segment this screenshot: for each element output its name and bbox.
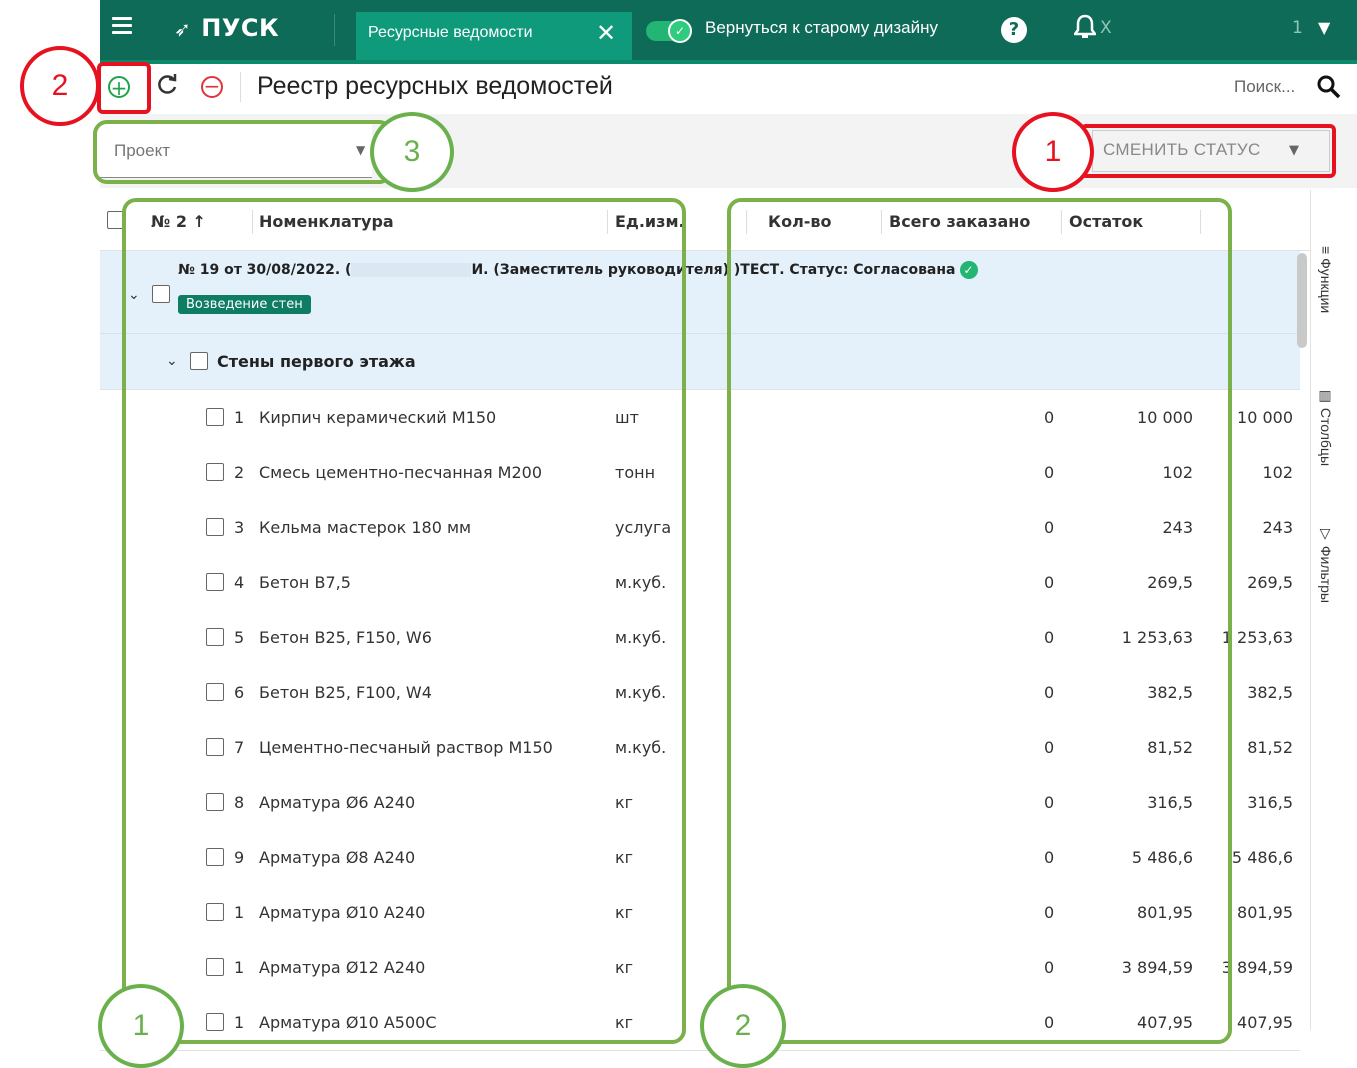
remove-icon[interactable]: − bbox=[201, 76, 223, 98]
rocket-icon: ➶ bbox=[174, 17, 192, 41]
annotation-green-box-columns-right bbox=[727, 198, 1232, 1044]
search-icon[interactable] bbox=[1316, 74, 1342, 100]
filter-icon: ▽ bbox=[1318, 526, 1334, 546]
bell-icon[interactable] bbox=[1072, 14, 1098, 46]
annotation-green-box-project bbox=[93, 120, 393, 184]
menu-icon[interactable] bbox=[112, 17, 132, 38]
divider bbox=[240, 72, 241, 102]
columns-tab[interactable]: ▥ Столбцы bbox=[1318, 388, 1334, 466]
annotation-green-circle-3: 3 bbox=[370, 112, 454, 192]
menu-icon: ≡ bbox=[1318, 246, 1334, 259]
refresh-icon[interactable] bbox=[156, 72, 178, 102]
annotation-green-box-columns-left bbox=[122, 198, 686, 1044]
annotation-red-circle-2: 2 bbox=[20, 46, 100, 126]
annotation-green-circle-1: 1 bbox=[98, 984, 184, 1068]
annotation-green-circle-2: 2 bbox=[700, 984, 786, 1068]
close-icon[interactable]: ✕ bbox=[596, 19, 616, 47]
annotation-red-box-add bbox=[97, 62, 151, 114]
logo-text: ПУСК bbox=[201, 14, 280, 42]
old-design-link[interactable]: Вернуться к старому дизайну bbox=[705, 18, 938, 38]
app-logo[interactable]: ➶ ПУСК bbox=[174, 14, 279, 42]
columns-icon: ▥ bbox=[1318, 388, 1334, 408]
tab-label: Ресурсные ведомости bbox=[368, 24, 533, 41]
filters-label: Фильтры bbox=[1318, 545, 1334, 603]
side-panel bbox=[1310, 190, 1357, 1030]
columns-label: Столбцы bbox=[1318, 407, 1334, 467]
user-name[interactable]: Х bbox=[1100, 18, 1112, 38]
annotation-red-box-status bbox=[1080, 124, 1336, 178]
functions-label: Функции bbox=[1318, 258, 1334, 314]
page-title: Реестр ресурсных ведомостей bbox=[257, 72, 613, 100]
search-input[interactable]: Поиск... bbox=[1234, 77, 1295, 97]
filters-tab[interactable]: ▽ Фильтры bbox=[1318, 526, 1334, 603]
chevron-down-icon[interactable]: ▼ bbox=[1318, 18, 1330, 37]
annotation-red-circle-1: 1 bbox=[1012, 112, 1094, 192]
check-icon[interactable]: ✓ bbox=[668, 19, 692, 43]
divider bbox=[334, 14, 335, 46]
functions-tab[interactable]: ≡ Функции bbox=[1318, 246, 1334, 313]
scrollbar[interactable] bbox=[1297, 253, 1307, 348]
help-icon[interactable]: ? bbox=[1001, 17, 1027, 43]
tab-resource-statements[interactable]: Ресурсные ведомости ✕ bbox=[356, 12, 632, 60]
user-name-suffix[interactable]: 1 bbox=[1292, 18, 1303, 38]
